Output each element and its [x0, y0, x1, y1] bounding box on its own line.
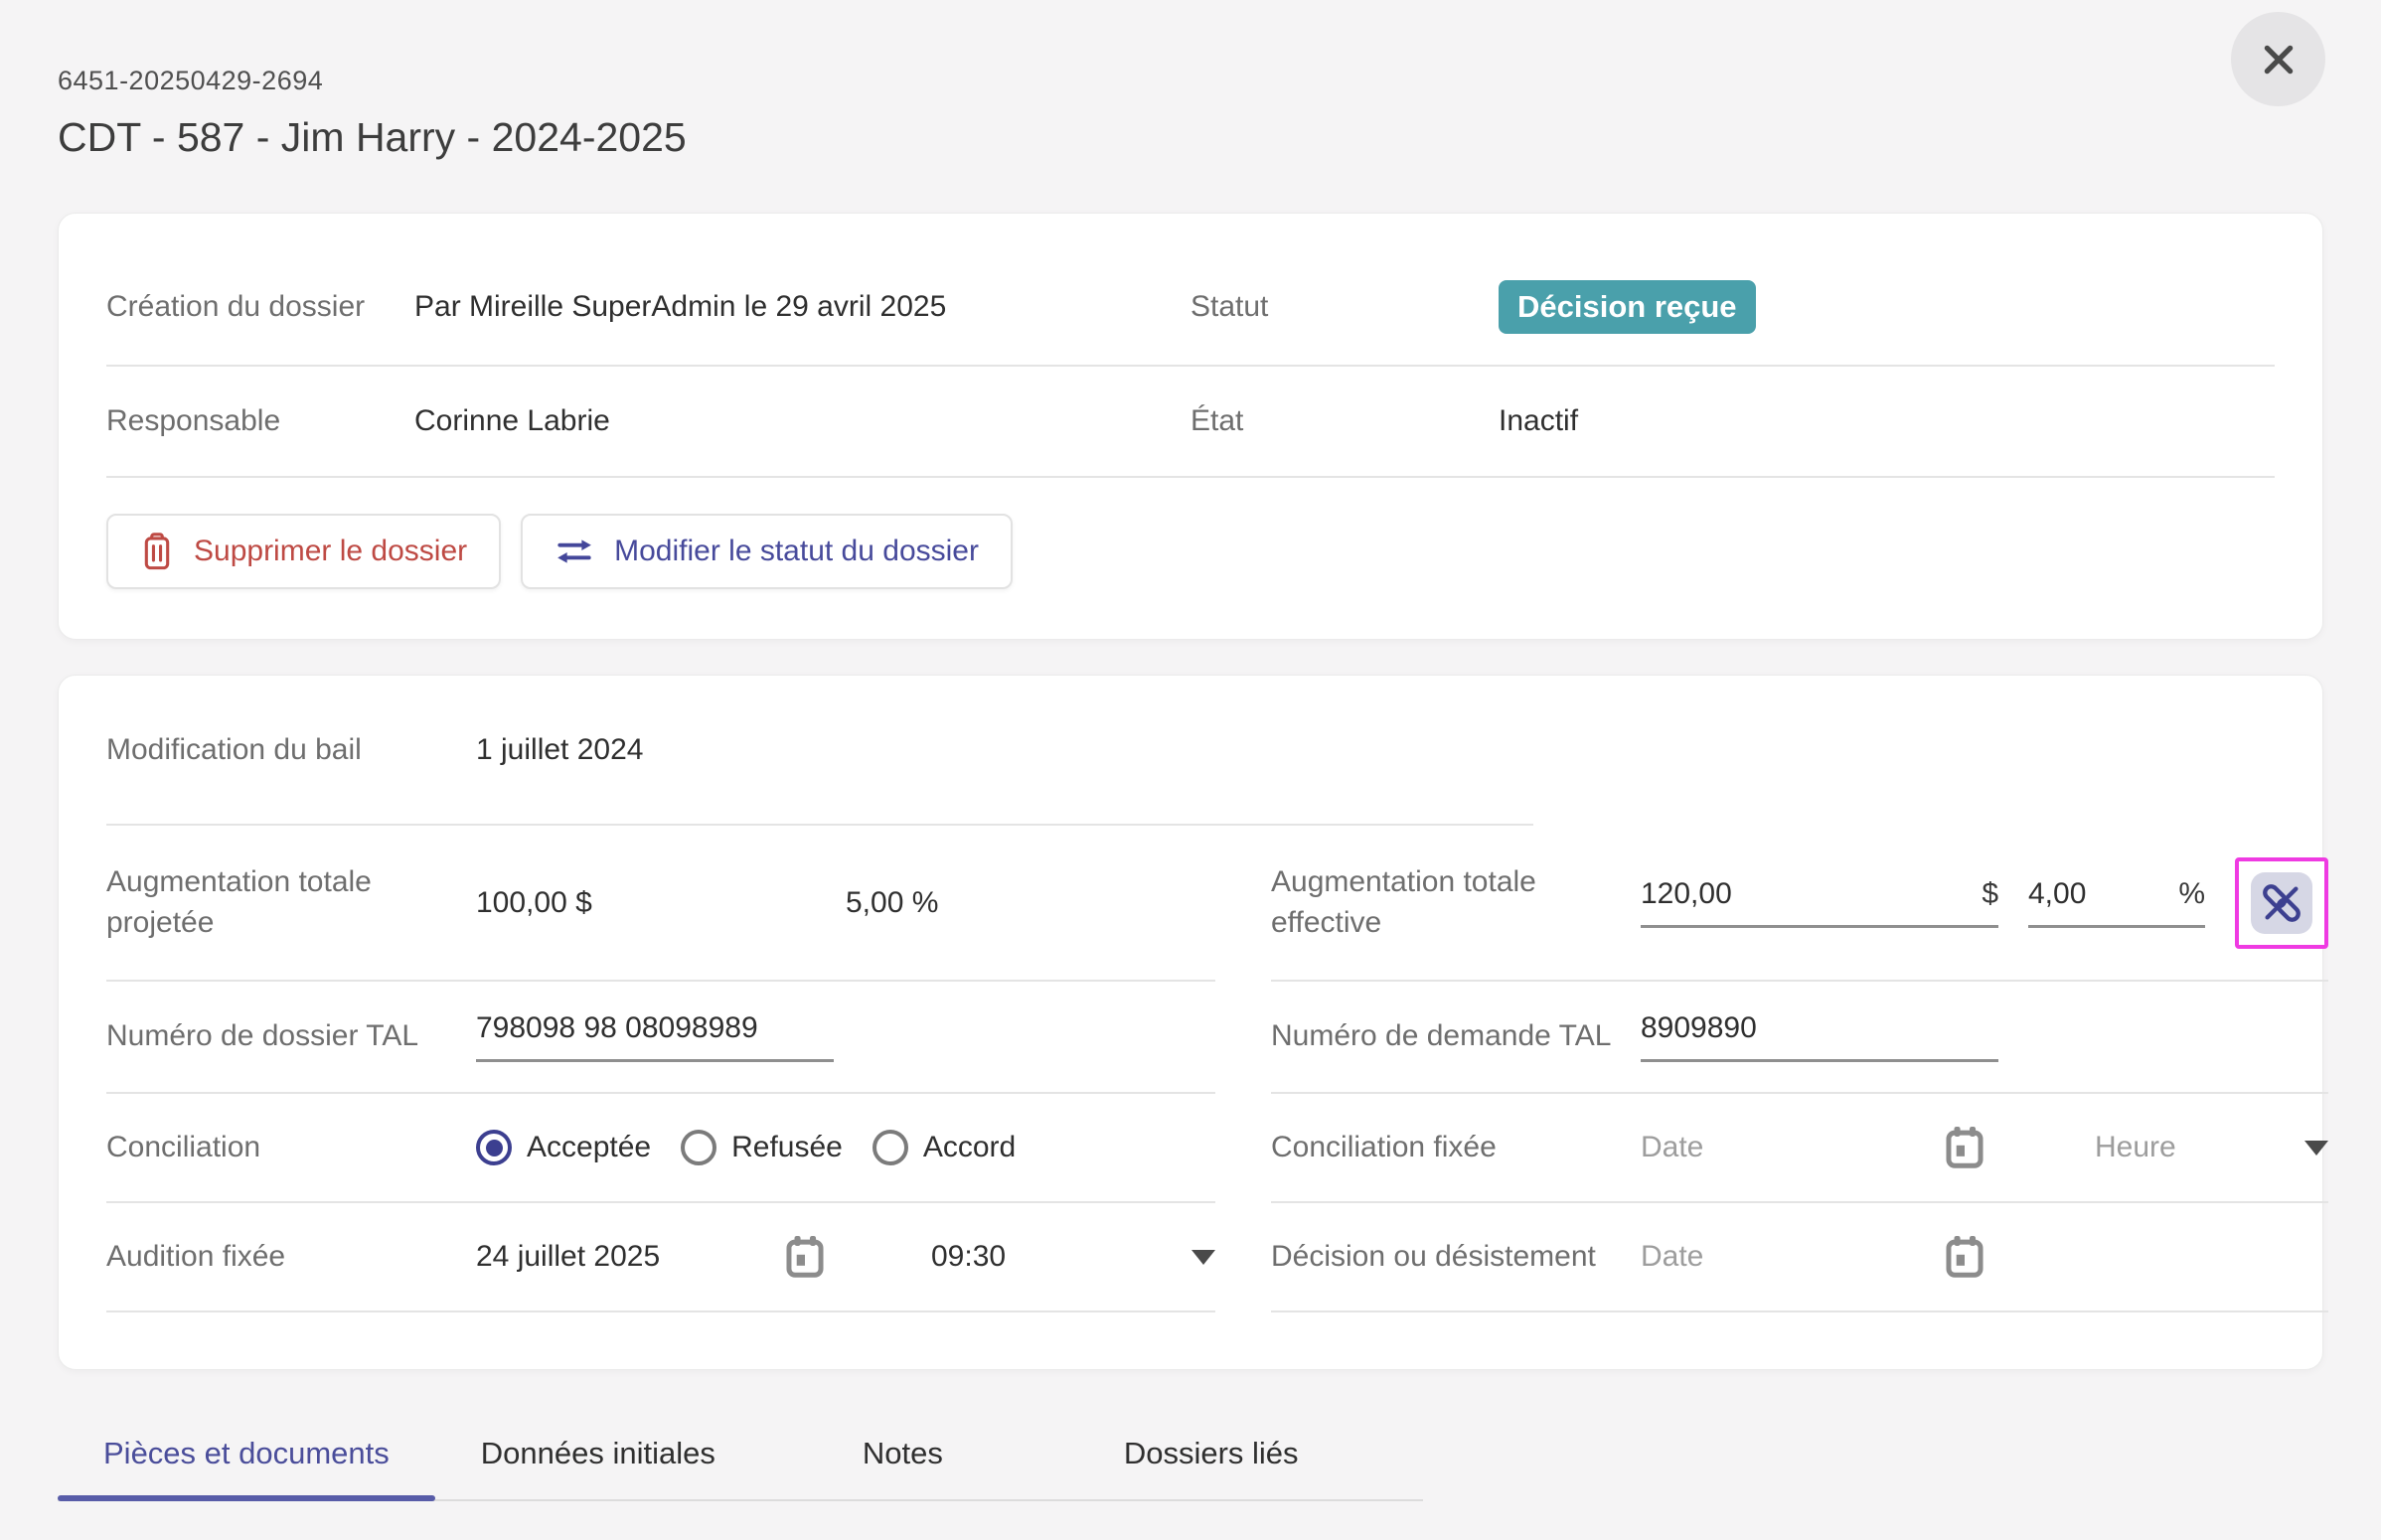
audition-time-value: 09:30	[931, 1240, 1006, 1274]
trash-icon	[140, 533, 174, 570]
audition-fixee-label: Audition fixée	[106, 1237, 476, 1278]
calendar-icon	[1946, 1127, 1984, 1168]
tab-notes[interactable]: Notes	[817, 1412, 989, 1499]
dossier-actions: Supprimer le dossier Modifier le statut …	[106, 478, 2275, 589]
numero-dossier-tal-input[interactable]: 798098 98 08098989	[476, 1011, 834, 1062]
radio-refusee-label: Refusée	[731, 1131, 843, 1164]
change-status-button[interactable]: Modifier le statut du dossier	[521, 514, 1013, 589]
page-title: CDT - 587 - Jim Harry - 2024-2025	[58, 114, 2323, 161]
radio-accord[interactable]: Accord	[873, 1130, 1016, 1165]
dossier-detail-modal: 6451-20250429-2694 CDT - 587 - Jim Harry…	[0, 0, 2381, 1501]
numero-demande-tal-value: 8909890	[1641, 1011, 1757, 1045]
modification-bail-value: 1 juillet 2024	[476, 730, 643, 771]
decision-date-placeholder: Date	[1641, 1240, 1703, 1274]
calendar-icon	[1946, 1236, 1984, 1278]
swap-arrows-icon	[555, 536, 594, 567]
link-slash-icon	[2259, 880, 2304, 926]
calendar-icon	[786, 1236, 824, 1278]
info-row-creation: Création du dossier Par Mireille SuperAd…	[106, 249, 2275, 367]
augmentation-effective-amount-input[interactable]: 120,00 $	[1641, 877, 1998, 928]
tab-pieces-et-documents[interactable]: Pièces et documents	[58, 1412, 435, 1499]
audition-time-select[interactable]: 09:30	[931, 1240, 1215, 1274]
radio-accord-label: Accord	[923, 1131, 1016, 1164]
responsable-value: Corinne Labrie	[414, 401, 1190, 442]
tab-donnees-initiales[interactable]: Données initiales	[435, 1412, 761, 1499]
radio-refusee[interactable]: Refusée	[681, 1130, 843, 1165]
modal-header: 6451-20250429-2694 CDT - 587 - Jim Harry…	[58, 0, 2323, 161]
percent-suffix: %	[2178, 877, 2205, 911]
conciliation-time-select[interactable]: Heure	[2095, 1131, 2328, 1164]
numero-demande-tal-label: Numéro de demande TAL	[1271, 1016, 1641, 1057]
decision-desistement-label: Décision ou désistement	[1271, 1237, 1641, 1278]
close-button[interactable]	[2231, 12, 2325, 106]
augmentation-effective-label: Augmentation totale effective	[1271, 862, 1641, 943]
modification-bail-label: Modification du bail	[106, 730, 476, 771]
amount-value: 120,00	[1641, 877, 1732, 911]
radio-unselected-icon	[873, 1130, 908, 1165]
dossier-form-card: Modification du bail 1 juillet 2024 Augm…	[58, 675, 2323, 1370]
statut-label: Statut	[1190, 287, 1499, 328]
decision-date-picker[interactable]: Date	[1641, 1236, 1984, 1278]
row-augmentation-projetee: Augmentation totale projetée 100,00 $ 5,…	[106, 826, 1215, 982]
detail-tabs: Pièces et documents Données initiales No…	[58, 1412, 1423, 1501]
numero-dossier-tal-value: 798098 98 08098989	[476, 1011, 758, 1045]
etat-label: État	[1190, 401, 1499, 442]
change-status-label: Modifier le statut du dossier	[614, 535, 979, 568]
creation-value: Par Mireille SuperAdmin le 29 avril 2025	[414, 287, 1190, 328]
radio-acceptee[interactable]: Acceptée	[476, 1130, 651, 1165]
radio-acceptee-label: Acceptée	[527, 1131, 651, 1164]
etat-value: Inactif	[1499, 401, 2275, 442]
row-numero-demande-tal: Numéro de demande TAL 8909890	[1271, 982, 2328, 1094]
caret-down-icon	[1191, 1250, 1215, 1265]
unlink-toggle-button[interactable]	[2251, 872, 2312, 934]
percent-value: 4,00	[2028, 877, 2086, 911]
row-modification-bail: Modification du bail 1 juillet 2024	[106, 676, 1215, 826]
conciliation-fixee-label: Conciliation fixée	[1271, 1128, 1641, 1168]
dollar-suffix: $	[1982, 877, 1998, 911]
augmentation-effective-percent-input[interactable]: 4,00 %	[2028, 877, 2205, 928]
conciliation-time-placeholder: Heure	[2095, 1131, 2176, 1164]
delete-dossier-button[interactable]: Supprimer le dossier	[106, 514, 501, 589]
audition-date-value: 24 juillet 2025	[476, 1240, 660, 1274]
form-left-column: Modification du bail 1 juillet 2024 Augm…	[106, 676, 1215, 1312]
augmentation-projetee-percent: 5,00 %	[846, 886, 1215, 920]
row-augmentation-effective: Augmentation totale effective 120,00 $ 4…	[1271, 826, 2328, 982]
caret-down-icon	[2304, 1141, 2328, 1155]
dossier-info-card: Création du dossier Par Mireille SuperAd…	[58, 213, 2323, 640]
numero-demande-tal-input[interactable]: 8909890	[1641, 1011, 1998, 1062]
close-icon	[2260, 41, 2298, 78]
form-right-column: Augmentation totale effective 120,00 $ 4…	[1271, 676, 2328, 1312]
augmentation-projetee-label: Augmentation totale projetée	[106, 862, 476, 943]
row-conciliation-fixee: Conciliation fixée Date	[1271, 1094, 2328, 1203]
conciliation-radio-group: Acceptée Refusée Accord	[476, 1130, 1016, 1165]
conciliation-label: Conciliation	[106, 1128, 476, 1168]
numero-dossier-tal-label: Numéro de dossier TAL	[106, 1016, 476, 1057]
row-numero-dossier-tal: Numéro de dossier TAL 798098 98 08098989	[106, 982, 1215, 1094]
status-badge: Décision reçue	[1499, 280, 1756, 334]
conciliation-date-placeholder: Date	[1641, 1131, 1703, 1164]
conciliation-date-picker[interactable]: Date	[1641, 1127, 1984, 1168]
responsable-label: Responsable	[106, 401, 414, 442]
spacer	[1271, 676, 2328, 826]
radio-unselected-icon	[681, 1130, 716, 1165]
radio-selected-icon	[476, 1130, 512, 1165]
dossier-id: 6451-20250429-2694	[58, 66, 2323, 96]
creation-label: Création du dossier	[106, 287, 414, 328]
tab-dossiers-lies[interactable]: Dossiers liés	[1078, 1412, 1345, 1499]
audition-date-picker[interactable]: 24 juillet 2025	[476, 1236, 824, 1278]
row-conciliation: Conciliation Acceptée Refusée Accord	[106, 1094, 1215, 1203]
row-audition-fixee: Audition fixée 24 juillet 2025	[106, 1203, 1215, 1312]
augmentation-projetee-amount: 100,00 $	[476, 886, 846, 920]
delete-dossier-label: Supprimer le dossier	[194, 535, 467, 568]
row-decision-desistement: Décision ou désistement Date	[1271, 1203, 2328, 1312]
unlink-highlight-box	[2235, 857, 2328, 949]
info-row-responsable: Responsable Corinne Labrie État Inactif	[106, 367, 2275, 478]
